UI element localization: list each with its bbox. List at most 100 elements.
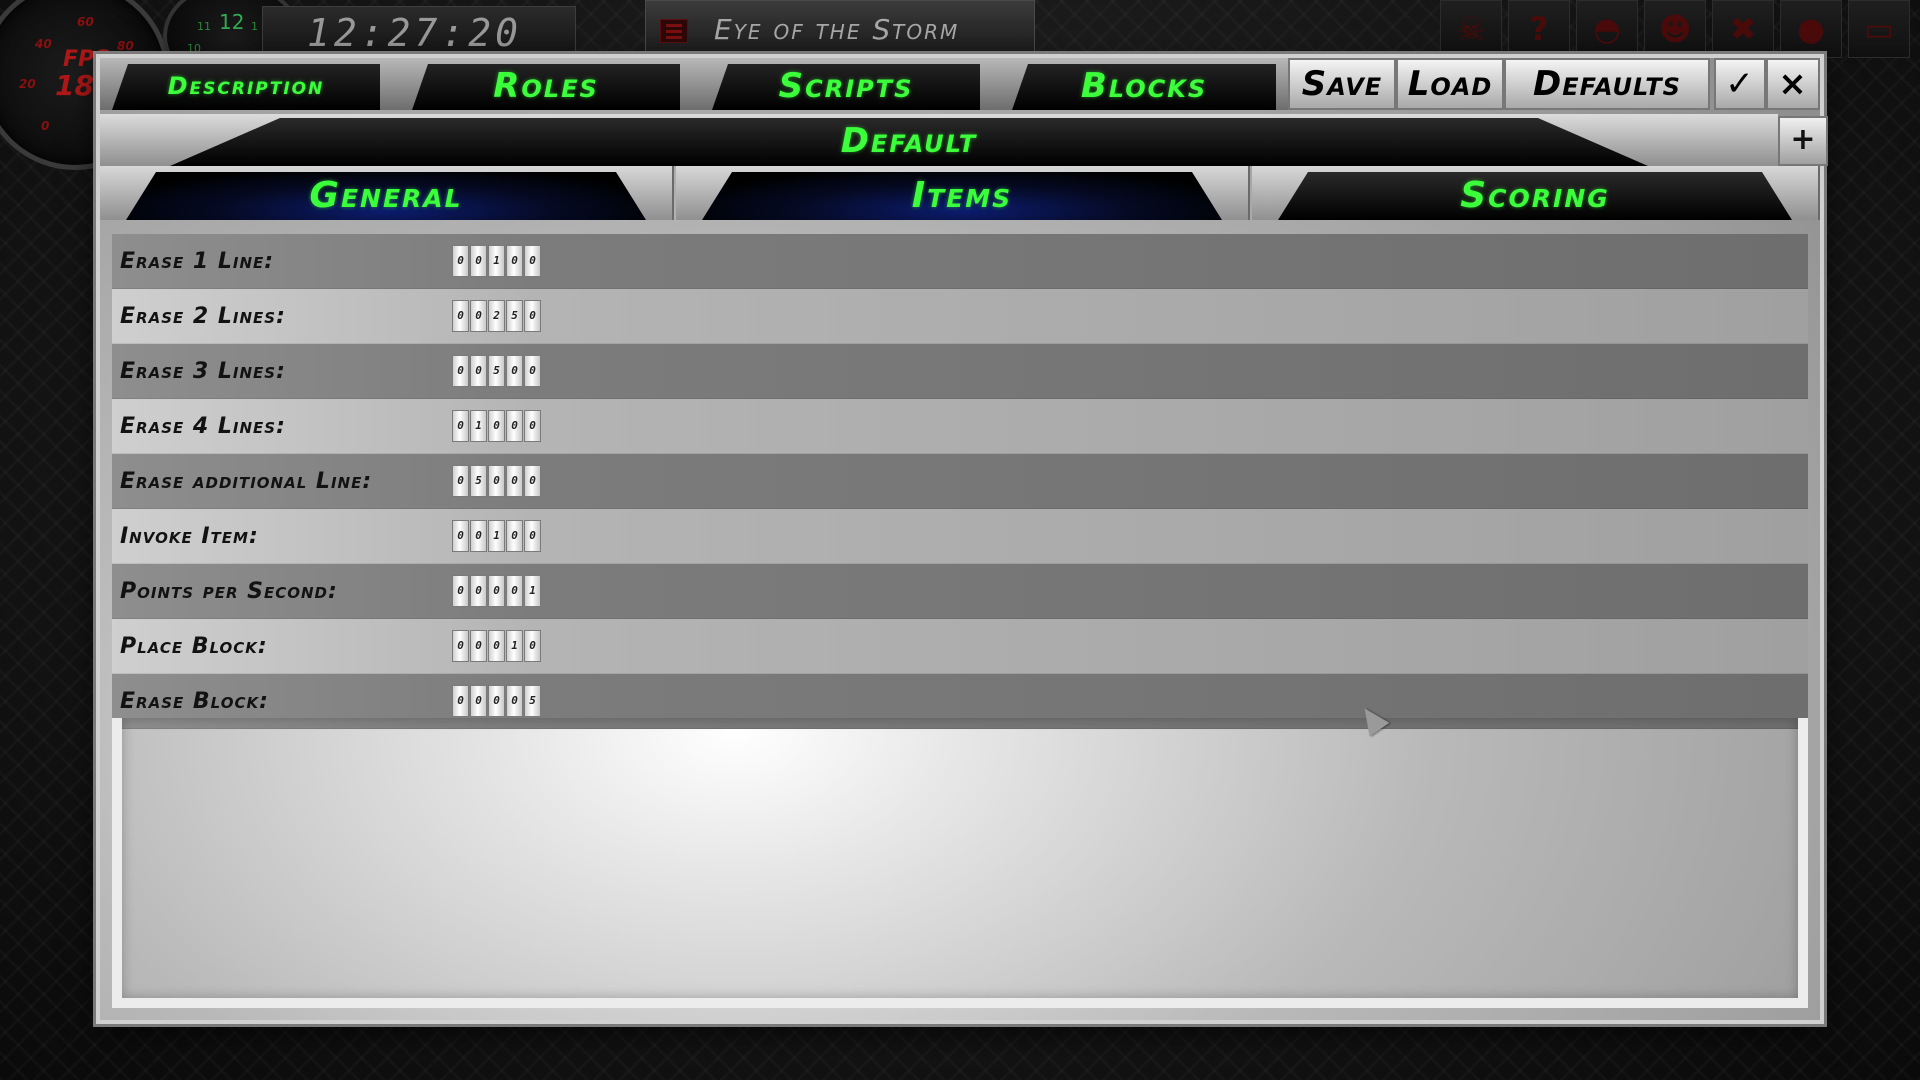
digit-spinner[interactable]: 0 [488, 410, 505, 442]
tab-blocks[interactable]: Blocks [1000, 58, 1298, 110]
digit-spinner[interactable]: 0 [452, 300, 469, 332]
top-tab-bar: Description Roles Scripts Blocks Save Lo… [100, 58, 1820, 114]
menu-icon[interactable] [660, 19, 688, 43]
digit-spinner[interactable]: 0 [488, 685, 505, 717]
score-value-input[interactable]: 00500 [452, 355, 542, 387]
digit-spinner[interactable]: 0 [506, 355, 523, 387]
add-profile-button[interactable]: + [1778, 116, 1828, 166]
game-title: Eye of the Storm [714, 13, 960, 46]
digit-spinner[interactable]: 0 [452, 355, 469, 387]
digit-spinner[interactable]: 0 [488, 575, 505, 607]
clock-number: 1 [251, 20, 258, 33]
save-button[interactable]: Save [1288, 58, 1396, 110]
score-row: Erase 1 Line: 0 0 1 0 0 [112, 234, 1808, 289]
digit-spinner[interactable]: 0 [470, 245, 487, 277]
score-label: Invoke Item: [120, 523, 259, 549]
digit-spinner[interactable]: 0 [524, 355, 541, 387]
digit-spinner[interactable]: 0 [524, 630, 541, 662]
game-title-bar: Eye of the Storm [645, 0, 1035, 56]
digit-spinner[interactable]: 0 [524, 520, 541, 552]
digit-spinner[interactable]: 0 [524, 300, 541, 332]
digit-spinner[interactable]: 0 [524, 465, 541, 497]
confirm-button[interactable]: ✓ [1714, 58, 1766, 110]
digit-spinner[interactable]: 0 [506, 520, 523, 552]
score-row: Erase 2 Lines: 0 0 2 5 0 [112, 289, 1808, 344]
digit-spinner[interactable]: 5 [524, 685, 541, 717]
user-icon[interactable]: ● [1780, 0, 1842, 58]
digit-spinner[interactable]: 1 [506, 630, 523, 662]
tab-scripts[interactable]: Scripts [700, 58, 1002, 110]
fps-value: 18 [55, 69, 94, 102]
panel-frame [112, 718, 1808, 1008]
digit-spinner[interactable]: 0 [488, 630, 505, 662]
tab-description[interactable]: Description [100, 58, 402, 110]
sub-tab-bar: General Items Scoring [100, 166, 1828, 220]
digit-spinner[interactable]: 0 [524, 245, 541, 277]
score-value-input[interactable]: 00100 [452, 245, 542, 277]
digit-spinner[interactable]: 5 [470, 465, 487, 497]
players-icon[interactable]: ☻ [1644, 0, 1706, 58]
fps-tick: 80 [117, 39, 134, 53]
digit-spinner[interactable]: 0 [470, 520, 487, 552]
digit-spinner[interactable]: 5 [506, 300, 523, 332]
tools-icon[interactable]: ✖ [1712, 0, 1774, 58]
score-value-input[interactable]: 00250 [452, 300, 542, 332]
score-value-input[interactable]: 00100 [452, 520, 542, 552]
score-row: Invoke Item: 0 0 1 0 0 [112, 509, 1808, 564]
digit-spinner[interactable]: 0 [452, 410, 469, 442]
tab-general[interactable]: General [100, 166, 674, 220]
digit-spinner[interactable]: 0 [470, 630, 487, 662]
digit-spinner[interactable]: 0 [452, 245, 469, 277]
digit-spinner[interactable]: 0 [506, 685, 523, 717]
digit-spinner[interactable]: 0 [470, 300, 487, 332]
load-button[interactable]: Load [1396, 58, 1504, 110]
monitor-icon[interactable]: ▭ [1848, 0, 1910, 58]
score-row: Points per Second: 0 0 0 0 1 [112, 564, 1808, 619]
digit-spinner[interactable]: 0 [524, 410, 541, 442]
digit-spinner[interactable]: 2 [488, 300, 505, 332]
digit-spinner[interactable]: 1 [488, 245, 505, 277]
digit-spinner[interactable]: 0 [470, 355, 487, 387]
fps-tick: 20 [19, 77, 36, 91]
digit-spinner[interactable]: 0 [506, 245, 523, 277]
score-value-input[interactable]: 01000 [452, 410, 542, 442]
digit-spinner[interactable]: 1 [488, 520, 505, 552]
helmet-icon[interactable]: ◓ [1576, 0, 1638, 58]
score-label: Erase 3 Lines: [120, 358, 286, 384]
digit-spinner[interactable]: 0 [506, 575, 523, 607]
tab-roles[interactable]: Roles [400, 58, 702, 110]
score-label: Place Block: [120, 633, 268, 659]
score-value-input[interactable]: 00005 [452, 685, 542, 717]
score-value-input[interactable]: 00001 [452, 575, 542, 607]
digit-spinner[interactable]: 0 [452, 685, 469, 717]
digit-spinner[interactable]: 0 [506, 410, 523, 442]
help-icon[interactable]: ? [1508, 0, 1570, 58]
digit-spinner[interactable]: 0 [452, 520, 469, 552]
digit-spinner[interactable]: 5 [488, 355, 505, 387]
score-row: Erase 4 Lines: 0 1 0 0 0 [112, 399, 1808, 454]
scoring-list: Erase 1 Line: 0 0 1 0 0 Erase 2 Lines: 0 0 2 5 0 Era… [112, 234, 1808, 729]
digit-spinner[interactable]: 1 [524, 575, 541, 607]
close-button[interactable]: × [1766, 58, 1820, 110]
digit-spinner[interactable]: 0 [452, 630, 469, 662]
profile-bar: Default + [100, 114, 1828, 166]
score-value-input[interactable]: 05000 [452, 465, 542, 497]
skull-icon[interactable]: ☠ [1440, 0, 1502, 58]
digit-spinner[interactable]: 0 [470, 575, 487, 607]
score-value-input[interactable]: 00010 [452, 630, 542, 662]
digital-clock: 12:27:20 [262, 6, 576, 58]
clock-number: 11 [197, 20, 211, 33]
score-row: Erase 3 Lines: 0 0 5 0 0 [112, 344, 1808, 399]
digit-spinner[interactable]: 0 [452, 465, 469, 497]
tab-items[interactable]: Items [676, 166, 1250, 220]
defaults-button[interactable]: Defaults [1504, 58, 1710, 110]
tab-scoring[interactable]: Scoring [1252, 166, 1820, 220]
profile-name[interactable]: Default [170, 118, 1648, 166]
digit-spinner[interactable]: 0 [488, 465, 505, 497]
digit-spinner[interactable]: 0 [452, 575, 469, 607]
digit-spinner[interactable]: 0 [506, 465, 523, 497]
settings-panel: Description Roles Scripts Blocks Save Lo… [96, 54, 1828, 1024]
digit-spinner[interactable]: 1 [470, 410, 487, 442]
score-row: Place Block: 0 0 0 1 0 [112, 619, 1808, 674]
digit-spinner[interactable]: 0 [470, 685, 487, 717]
